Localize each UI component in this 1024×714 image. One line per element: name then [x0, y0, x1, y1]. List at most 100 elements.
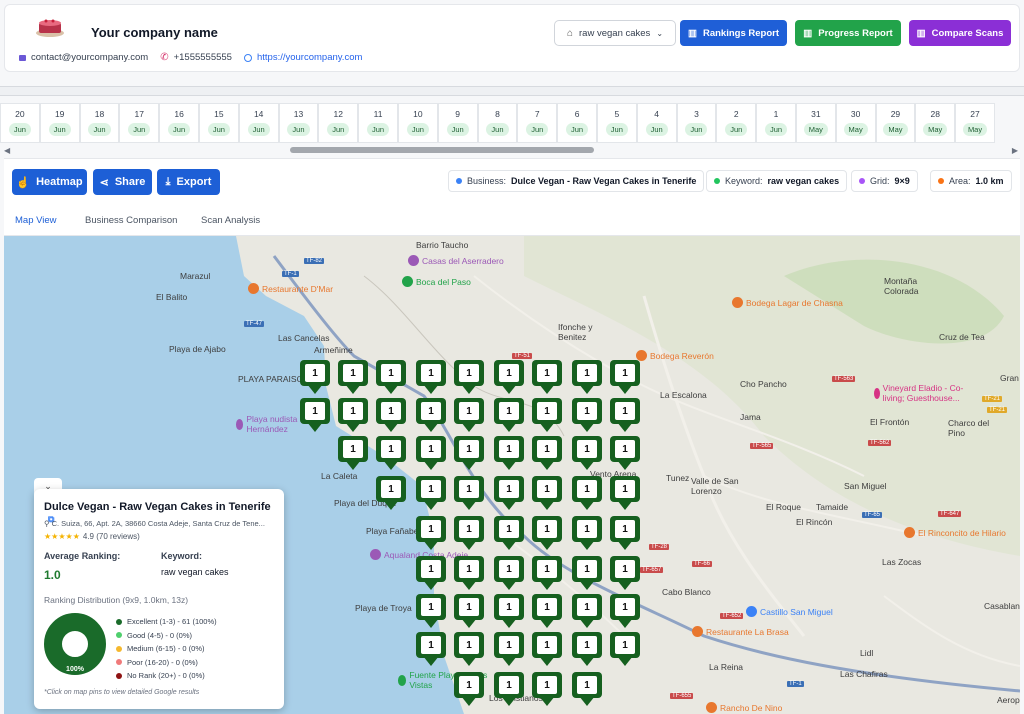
progress-report-button[interactable]: ▥ Progress Report — [795, 20, 901, 46]
keyword-select[interactable]: ⌂ raw vegan cakes ⌄ — [554, 20, 676, 46]
website-contact[interactable]: https://yourcompany.com — [243, 52, 362, 63]
date-cell[interactable]: 12 Jun — [318, 103, 359, 143]
rank-pin[interactable]: 1 — [494, 476, 524, 516]
rank-pin[interactable]: 1 — [494, 398, 524, 438]
rank-pin[interactable]: 1 — [300, 360, 330, 400]
rank-pin[interactable]: 1 — [454, 516, 484, 556]
map-poi[interactable]: El Rinconcito de Hilario — [904, 527, 1006, 538]
rank-pin[interactable]: 1 — [454, 594, 484, 634]
rank-pin[interactable]: 1 — [532, 360, 562, 400]
date-cell[interactable]: 14 Jun — [238, 103, 279, 143]
rank-pin[interactable]: 1 — [416, 632, 446, 672]
rank-pin[interactable]: 1 — [610, 516, 640, 556]
rank-pin[interactable]: 1 — [416, 516, 446, 556]
rank-pin[interactable]: 1 — [300, 398, 330, 438]
rank-pin[interactable]: 1 — [572, 476, 602, 516]
date-cell[interactable]: 15 Jun — [198, 103, 239, 143]
date-cell[interactable]: 6 Jun — [557, 103, 597, 143]
rank-pin[interactable]: 1 — [610, 476, 640, 516]
date-cell[interactable]: 19 Jun — [39, 103, 80, 143]
map-poi[interactable]: Bodega Lagar de Chasna — [732, 297, 843, 308]
rank-pin[interactable]: 1 — [494, 632, 524, 672]
rank-pin[interactable]: 1 — [416, 594, 446, 634]
rank-pin[interactable]: 1 — [572, 516, 602, 556]
rank-pin[interactable]: 1 — [610, 594, 640, 634]
date-cell[interactable]: 13 Jun — [278, 103, 319, 143]
rank-pin[interactable]: 1 — [454, 476, 484, 516]
date-cell[interactable]: 27 May — [955, 103, 995, 143]
rank-pin[interactable]: 1 — [494, 672, 524, 712]
rank-pin[interactable]: 1 — [376, 360, 406, 400]
rank-pin[interactable]: 1 — [338, 360, 368, 400]
rank-pin[interactable]: 1 — [338, 436, 368, 476]
tab-business-comparison[interactable]: Business Comparison — [85, 215, 177, 226]
date-cell[interactable]: 10 Jun — [397, 103, 438, 143]
tab-scan-analysis[interactable]: Scan Analysis — [201, 215, 260, 226]
scroll-right-icon[interactable]: ▶ — [1012, 146, 1018, 155]
rank-pin[interactable]: 1 — [454, 398, 484, 438]
rank-pin[interactable]: 1 — [338, 398, 368, 438]
date-cell[interactable]: 28 May — [915, 103, 956, 143]
date-cell[interactable]: 1 Jun — [756, 103, 796, 143]
map-poi[interactable]: Bodega Reverón — [636, 350, 714, 361]
rank-pin[interactable]: 1 — [454, 436, 484, 476]
rank-pin[interactable]: 1 — [532, 516, 562, 556]
date-cell[interactable]: 17 Jun — [119, 103, 160, 143]
rank-pin[interactable]: 1 — [610, 360, 640, 400]
date-cell[interactable]: 16 Jun — [159, 103, 199, 143]
heatmap-button[interactable]: ☝ Heatmap — [12, 169, 87, 195]
date-cell[interactable]: 31 May — [795, 103, 836, 143]
map-poi[interactable]: Castillo San Miguel — [746, 606, 833, 617]
date-cell[interactable]: 9 Jun — [437, 103, 478, 143]
rank-pin[interactable]: 1 — [572, 360, 602, 400]
date-cell[interactable]: 8 Jun — [477, 103, 518, 143]
rankings-report-button[interactable]: ▥ Rankings Report — [680, 20, 787, 46]
rank-pin[interactable]: 1 — [532, 436, 562, 476]
date-cell[interactable]: 29 May — [875, 103, 916, 143]
rank-pin[interactable]: 1 — [572, 672, 602, 712]
rank-pin[interactable]: 1 — [494, 556, 524, 596]
date-cell[interactable]: 3 Jun — [676, 103, 717, 143]
date-cell[interactable]: 5 Jun — [596, 103, 637, 143]
rank-pin[interactable]: 1 — [416, 360, 446, 400]
rank-pin[interactable]: 1 — [610, 398, 640, 438]
date-cell[interactable]: 20 Jun — [0, 103, 40, 143]
date-scrollbar[interactable]: ◀ ▶ — [0, 145, 1024, 155]
rank-pin[interactable]: 1 — [494, 360, 524, 400]
rank-pin[interactable]: 1 — [494, 436, 524, 476]
rank-pin[interactable]: 1 — [416, 436, 446, 476]
rank-pin[interactable]: 1 — [532, 594, 562, 634]
date-cell[interactable]: 2 Jun — [716, 103, 757, 143]
share-button[interactable]: ⋖ Share — [93, 169, 152, 195]
rank-pin[interactable]: 1 — [494, 516, 524, 556]
rank-pin[interactable]: 1 — [494, 594, 524, 634]
rank-pin[interactable]: 1 — [532, 476, 562, 516]
rank-pin[interactable]: 1 — [532, 398, 562, 438]
export-button[interactable]: ⤓ Export — [157, 169, 220, 195]
rank-pin[interactable]: 1 — [416, 556, 446, 596]
scroll-left-icon[interactable]: ◀ — [4, 146, 10, 155]
map-poi[interactable]: Restaurante D'Mar — [248, 283, 333, 294]
rank-pin[interactable]: 1 — [610, 632, 640, 672]
rank-pin[interactable]: 1 — [376, 436, 406, 476]
rank-pin[interactable]: 1 — [376, 398, 406, 438]
date-cell[interactable]: 4 Jun — [636, 103, 677, 143]
rank-pin[interactable]: 1 — [454, 556, 484, 596]
date-cell[interactable]: 30 May — [835, 103, 876, 143]
date-cell[interactable]: 7 Jun — [517, 103, 558, 143]
map-poi[interactable]: Casas del Aserradero — [408, 255, 504, 266]
rank-pin[interactable]: 1 — [572, 632, 602, 672]
tab-map-view[interactable]: Map View — [15, 215, 57, 226]
rank-pin[interactable]: 1 — [610, 556, 640, 596]
rank-pin[interactable]: 1 — [532, 672, 562, 712]
map-poi[interactable]: Rancho De Nino — [706, 702, 782, 713]
rank-pin[interactable]: 1 — [532, 632, 562, 672]
rank-pin[interactable]: 1 — [610, 436, 640, 476]
rank-pin[interactable]: 1 — [532, 556, 562, 596]
date-cell[interactable]: 11 Jun — [358, 103, 398, 143]
scrollbar-thumb[interactable] — [290, 147, 594, 153]
rank-pin[interactable]: 1 — [416, 398, 446, 438]
rank-pin[interactable]: 1 — [572, 398, 602, 438]
rank-pin[interactable]: 1 — [454, 632, 484, 672]
rank-pin[interactable]: 1 — [572, 594, 602, 634]
